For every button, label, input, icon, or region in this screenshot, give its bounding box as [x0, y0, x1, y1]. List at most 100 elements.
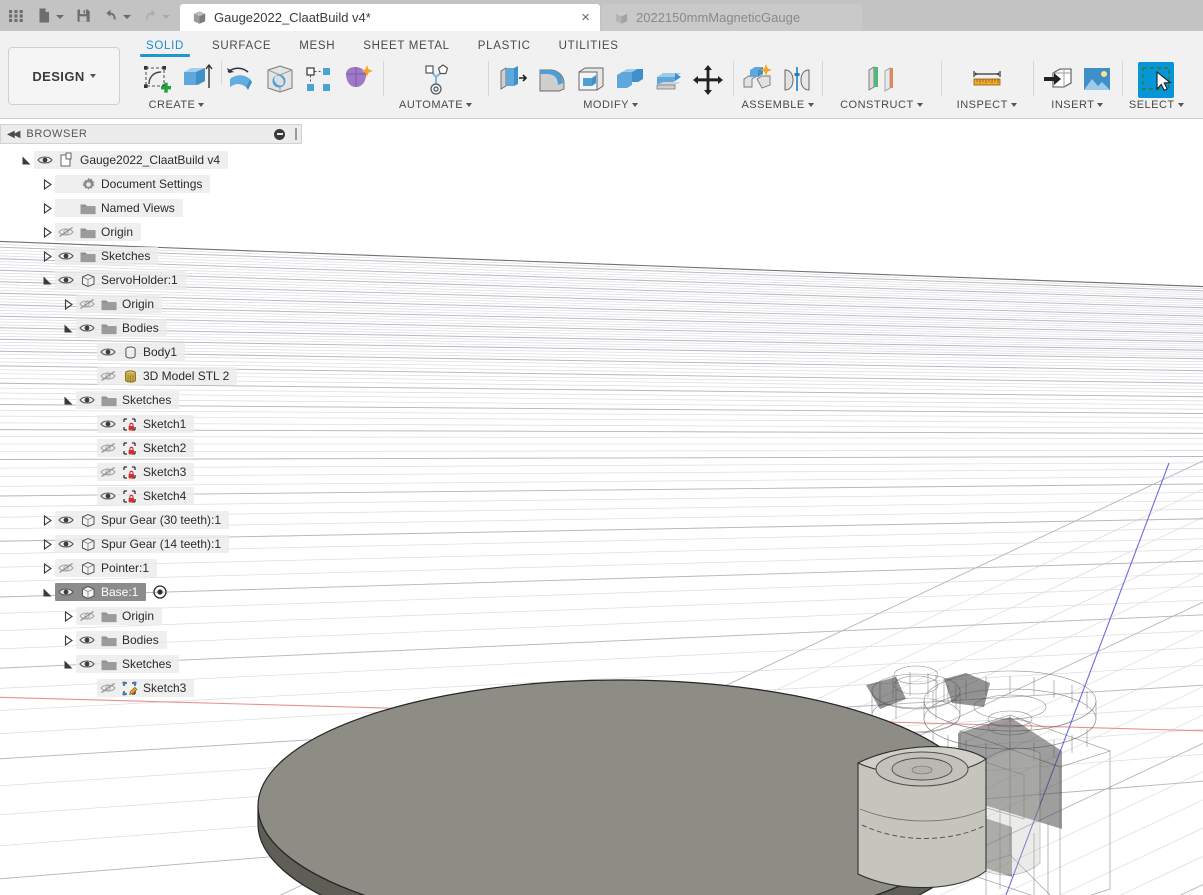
panel-grip[interactable]: [295, 128, 297, 140]
chevron-down-icon[interactable]: [56, 15, 64, 19]
browser-node-3d-model-stl-2[interactable]: 3D Model STL 2: [0, 364, 302, 388]
browser-node-bodies[interactable]: Bodies: [0, 628, 302, 652]
browser-node-sketch1[interactable]: Sketch1: [0, 412, 302, 436]
joint-icon[interactable]: [779, 62, 815, 98]
chevron-down-icon[interactable]: [162, 15, 170, 19]
collapse-all-icon[interactable]: [274, 128, 285, 140]
twisty-collapsed[interactable]: [60, 634, 76, 646]
collapse-left-icon[interactable]: ◀◀: [7, 129, 20, 140]
document-tab-inactive[interactable]: 2022150mmMagneticGauge: [602, 4, 862, 31]
insert-derive-icon[interactable]: [1040, 62, 1076, 98]
twisty-collapsed[interactable]: [39, 178, 55, 190]
twisty-collapsed[interactable]: [39, 562, 55, 574]
visibility-toggle[interactable]: [55, 250, 77, 262]
document-tab-active[interactable]: Gauge2022_ClaatBuild v4* ×: [180, 4, 600, 31]
browser-node-sketch2[interactable]: Sketch2: [0, 436, 302, 460]
tab-surface[interactable]: SURFACE: [198, 38, 285, 56]
browser-node-sketch3[interactable]: Sketch3: [0, 676, 302, 700]
revolve-icon[interactable]: [223, 62, 259, 98]
create-form-icon[interactable]: [340, 62, 376, 98]
activate-component-toggle[interactable]: [153, 585, 168, 599]
offset-face-icon[interactable]: [651, 62, 687, 98]
shell-icon[interactable]: [573, 62, 609, 98]
save-icon[interactable]: [75, 7, 92, 24]
visibility-toggle[interactable]: [97, 442, 119, 454]
visibility-toggle[interactable]: [97, 682, 119, 694]
twisty-collapsed[interactable]: [39, 514, 55, 526]
tab-utilities[interactable]: UTILITIES: [545, 38, 633, 56]
new-component-icon[interactable]: [740, 62, 776, 98]
select-icon[interactable]: [1138, 62, 1175, 98]
browser-node-origin[interactable]: Origin: [0, 220, 302, 244]
move-copy-icon[interactable]: [690, 62, 726, 98]
extrude-icon[interactable]: [178, 62, 214, 98]
twisty-collapsed[interactable]: [60, 298, 76, 310]
close-icon[interactable]: ×: [579, 10, 592, 25]
tab-solid[interactable]: SOLID: [132, 38, 198, 57]
undo-icon[interactable]: [103, 7, 131, 24]
twisty-collapsed[interactable]: [39, 226, 55, 238]
visibility-toggle[interactable]: [76, 658, 98, 670]
redo-icon[interactable]: [142, 7, 170, 24]
visibility-toggle[interactable]: [97, 490, 119, 502]
browser-node-sketch3[interactable]: Sketch3: [0, 460, 302, 484]
panel-label-select[interactable]: SELECT: [1129, 99, 1184, 111]
panel-label-assemble[interactable]: ASSEMBLE: [741, 99, 814, 111]
browser-node-named-views[interactable]: Named Views: [0, 196, 302, 220]
press-pull-icon[interactable]: [495, 62, 531, 98]
workspace-selector[interactable]: DESIGN: [8, 47, 120, 105]
browser-node-bodies[interactable]: Bodies: [0, 316, 302, 340]
browser-node-base-1[interactable]: Base:1: [0, 580, 302, 604]
panel-label-automate[interactable]: AUTOMATE: [399, 99, 473, 111]
chevron-down-icon[interactable]: [123, 15, 131, 19]
browser-node-document-settings[interactable]: Document Settings: [0, 172, 302, 196]
automate-icon[interactable]: [418, 62, 454, 98]
browser-node-pointer-1[interactable]: Pointer:1: [0, 556, 302, 580]
panel-label-insert[interactable]: INSERT: [1051, 99, 1104, 111]
browser-node-gauge2022-claatbuild-v4[interactable]: Gauge2022_ClaatBuild v4: [0, 148, 302, 172]
browser-node-origin[interactable]: Origin: [0, 292, 302, 316]
panel-label-create[interactable]: CREATE: [149, 99, 205, 111]
twisty-collapsed[interactable]: [60, 610, 76, 622]
twisty-expanded[interactable]: [39, 275, 55, 286]
twisty-expanded[interactable]: [60, 323, 76, 334]
browser-node-spur-gear-30-teeth-1[interactable]: Spur Gear (30 teeth):1: [0, 508, 302, 532]
visibility-toggle[interactable]: [76, 298, 98, 310]
app-grid-icon[interactable]: [8, 7, 25, 24]
twisty-expanded[interactable]: [39, 587, 55, 598]
twisty-expanded[interactable]: [18, 155, 34, 166]
visibility-toggle[interactable]: [97, 418, 119, 430]
visibility-toggle[interactable]: [76, 634, 98, 646]
visibility-toggle[interactable]: [55, 586, 77, 598]
twisty-expanded[interactable]: [60, 395, 76, 406]
visibility-toggle[interactable]: [97, 346, 119, 358]
browser-node-sketches[interactable]: Sketches: [0, 652, 302, 676]
pattern-icon[interactable]: [301, 62, 337, 98]
browser-node-sketch4[interactable]: Sketch4: [0, 484, 302, 508]
browser-node-origin[interactable]: Origin: [0, 604, 302, 628]
twisty-collapsed[interactable]: [39, 538, 55, 550]
decal-icon[interactable]: [1079, 62, 1115, 98]
twisty-expanded[interactable]: [60, 659, 76, 670]
visibility-toggle[interactable]: [55, 538, 77, 550]
visibility-toggle[interactable]: [34, 154, 56, 166]
combine-icon[interactable]: [612, 62, 648, 98]
measure-icon[interactable]: [969, 62, 1005, 98]
new-file-icon[interactable]: [36, 7, 64, 24]
visibility-toggle[interactable]: [55, 514, 77, 526]
offset-plane-icon[interactable]: [863, 62, 899, 98]
visibility-toggle[interactable]: [55, 274, 77, 286]
panel-label-construct[interactable]: CONSTRUCT: [840, 99, 923, 111]
visibility-toggle[interactable]: [76, 322, 98, 334]
twisty-collapsed[interactable]: [39, 250, 55, 262]
tab-plastic[interactable]: PLASTIC: [464, 38, 545, 56]
browser-node-servoholder-1[interactable]: ServoHolder:1: [0, 268, 302, 292]
panel-label-modify[interactable]: MODIFY: [583, 99, 638, 111]
visibility-toggle[interactable]: [76, 610, 98, 622]
browser-node-body1[interactable]: Body1: [0, 340, 302, 364]
visibility-toggle[interactable]: [97, 370, 119, 382]
tab-sheet-metal[interactable]: SHEET METAL: [349, 38, 464, 56]
visibility-toggle[interactable]: [55, 226, 77, 238]
browser-node-sketches[interactable]: Sketches: [0, 244, 302, 268]
twisty-collapsed[interactable]: [39, 202, 55, 214]
